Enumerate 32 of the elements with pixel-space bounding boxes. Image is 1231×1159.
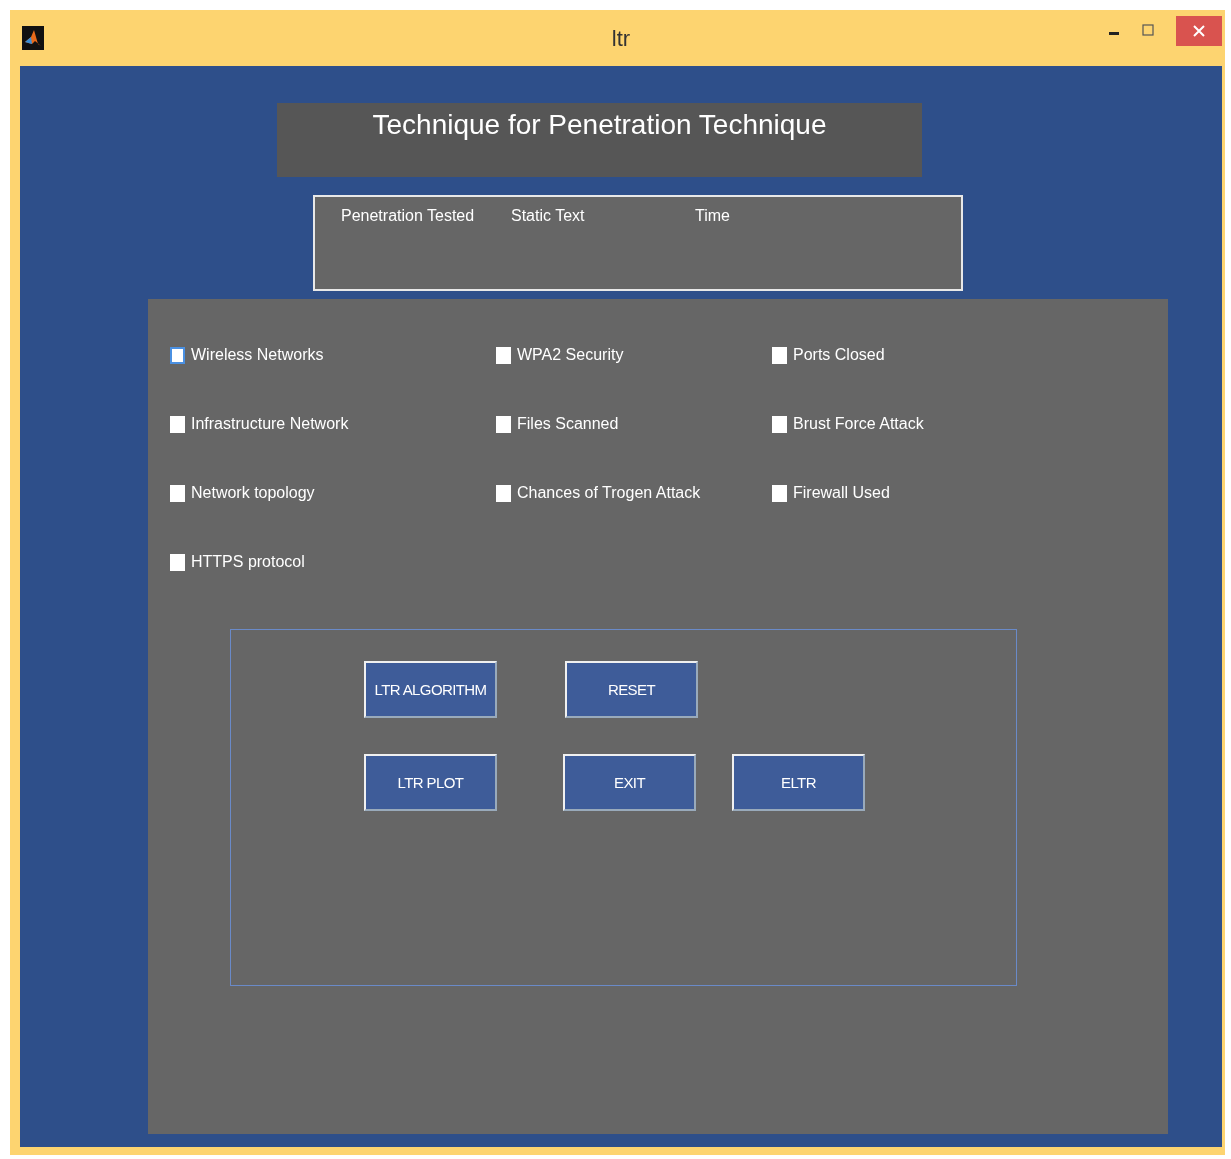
checkbox[interactable] (170, 415, 185, 433)
action-button[interactable]: LTR PLOT (364, 754, 497, 811)
checkbox-label: Files Scanned (517, 415, 619, 433)
action-button[interactable]: EXIT (563, 754, 696, 811)
info-label: Penetration Tested (341, 207, 476, 225)
checkbox[interactable] (772, 484, 787, 502)
checkbox-label: Chances of Trogen Attack (517, 484, 701, 502)
checkbox[interactable] (496, 415, 511, 433)
close-icon[interactable] (1176, 16, 1222, 46)
action-button[interactable]: ELTR (732, 754, 865, 811)
checkbox-label: HTTPS protocol (191, 553, 305, 571)
checkbox[interactable] (772, 415, 787, 433)
checkbox-label: WPA2 Security (517, 346, 624, 364)
checkbox-label: Infrastructure Network (191, 415, 349, 433)
heading-text: Technique for Penetration Technique (372, 109, 827, 142)
checkbox[interactable] (772, 346, 787, 364)
checkbox-label: Brust Force Attack (793, 415, 924, 433)
checkbox[interactable] (496, 346, 511, 364)
action-button[interactable]: RESET (565, 661, 698, 718)
checkbox-label: Wireless Networks (191, 346, 324, 364)
checkbox-label: Ports Closed (793, 346, 885, 364)
checkbox[interactable] (496, 484, 511, 502)
maximize-icon[interactable] (1142, 24, 1154, 36)
checkbox[interactable] (170, 484, 185, 502)
checkbox-label: Firewall Used (793, 484, 890, 502)
action-button[interactable]: LTR ALGORITHM (364, 661, 497, 718)
info-label: Time (695, 207, 730, 225)
checkbox[interactable] (170, 553, 185, 571)
info-label: Static Text (511, 207, 586, 225)
checkbox-label: Network topology (191, 484, 315, 502)
window-title: ltr (611, 26, 631, 52)
app-logo-icon (22, 26, 44, 50)
